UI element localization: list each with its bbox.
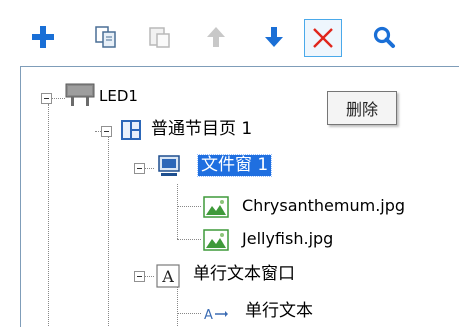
file-window-icon <box>158 155 180 176</box>
copy-icon <box>95 26 116 48</box>
tree-connector <box>51 98 65 99</box>
collapse-toggle[interactable] <box>41 93 52 104</box>
tree-node-label: 单行文本 <box>245 301 313 321</box>
copy-button[interactable] <box>86 17 126 57</box>
tree-connector <box>177 239 201 240</box>
arrow-up-icon <box>207 27 225 47</box>
toolbar <box>0 0 459 62</box>
paste-button[interactable] <box>140 17 180 57</box>
tree-connector <box>177 206 201 207</box>
tree-node-label: LED1 <box>99 87 138 105</box>
tree-node-label: Chrysanthemum.jpg <box>242 196 406 215</box>
tree-node-label: 普通节目页 1 <box>151 119 253 139</box>
program-page-icon <box>121 120 141 140</box>
arrow-down-icon <box>265 27 283 47</box>
tree-node-label: 文件窗 1 <box>196 154 273 177</box>
move-down-button[interactable] <box>254 17 294 57</box>
led-screen-icon <box>65 83 95 106</box>
close-icon <box>313 28 333 48</box>
image-icon <box>203 229 229 251</box>
collapse-toggle[interactable] <box>134 271 145 282</box>
tree-connector <box>48 104 49 327</box>
tree-connector <box>177 184 178 239</box>
single-line-text-icon: A <box>204 308 228 323</box>
tree-connector <box>177 285 178 327</box>
tree-node-label: 单行文本窗口 <box>193 264 295 284</box>
collapse-toggle[interactable] <box>134 163 145 174</box>
add-button[interactable] <box>23 17 63 57</box>
move-up-button[interactable] <box>196 17 236 57</box>
plus-icon <box>32 26 54 48</box>
text-window-icon: A <box>156 264 180 288</box>
paste-icon <box>149 27 170 48</box>
svg-text:A: A <box>204 308 213 323</box>
collapse-toggle[interactable] <box>101 126 112 137</box>
tree-connector <box>108 137 109 327</box>
tree-connector <box>177 313 201 314</box>
delete-button[interactable] <box>304 19 342 57</box>
delete-tooltip: 删除 <box>327 91 397 125</box>
tree-node-label: Jellyfish.jpg <box>242 229 334 248</box>
image-icon <box>203 196 229 218</box>
svg-text:A: A <box>161 267 174 286</box>
search-icon <box>373 26 395 48</box>
search-button[interactable] <box>364 17 404 57</box>
